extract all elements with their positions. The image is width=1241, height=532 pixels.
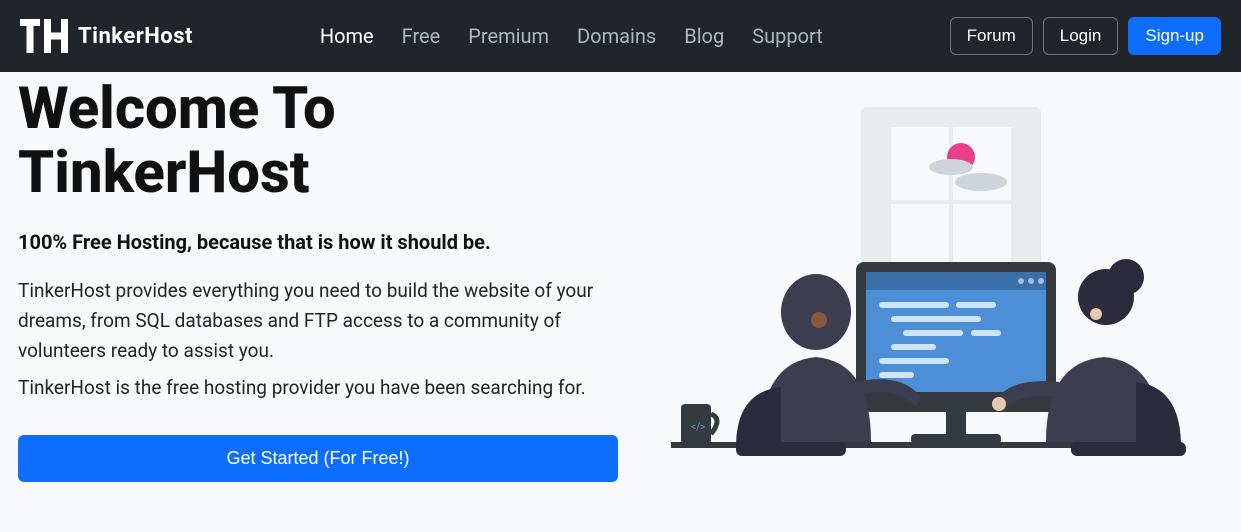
nav-premium[interactable]: Premium: [468, 24, 549, 48]
hero-illustration-wrap: </>: [618, 72, 1223, 482]
svg-text:</>: </>: [691, 422, 705, 433]
hero-left: Welcome To TinkerHost 100% Free Hosting,…: [18, 72, 618, 482]
brand-name: TinkerHost: [78, 24, 193, 49]
nav-support[interactable]: Support: [752, 24, 823, 48]
hero-title: Welcome To TinkerHost: [18, 78, 618, 206]
login-button[interactable]: Login: [1043, 17, 1119, 55]
nav-blog[interactable]: Blog: [684, 24, 724, 48]
nav-links: Home Free Premium Domains Blog Support: [320, 24, 823, 48]
get-started-button[interactable]: Get Started (For Free!): [18, 435, 618, 482]
nav-actions: Forum Login Sign-up: [950, 17, 1221, 55]
hero-desc-1: TinkerHost provides everything you need …: [18, 276, 618, 367]
forum-button[interactable]: Forum: [950, 17, 1033, 55]
hero-illustration: </>: [651, 82, 1191, 482]
hero: Welcome To TinkerHost 100% Free Hosting,…: [0, 72, 1241, 512]
nav-domains[interactable]: Domains: [577, 24, 656, 48]
hero-subtitle: 100% Free Hosting, because that is how i…: [18, 230, 618, 254]
hero-desc-2: TinkerHost is the free hosting provider …: [18, 373, 618, 403]
signup-button[interactable]: Sign-up: [1128, 17, 1221, 55]
nav-free[interactable]: Free: [402, 24, 441, 48]
navbar: TinkerHost Home Free Premium Domains Blo…: [0, 0, 1241, 72]
brand[interactable]: TinkerHost: [20, 19, 193, 53]
nav-home[interactable]: Home: [320, 24, 374, 48]
logo-icon: [20, 19, 68, 53]
